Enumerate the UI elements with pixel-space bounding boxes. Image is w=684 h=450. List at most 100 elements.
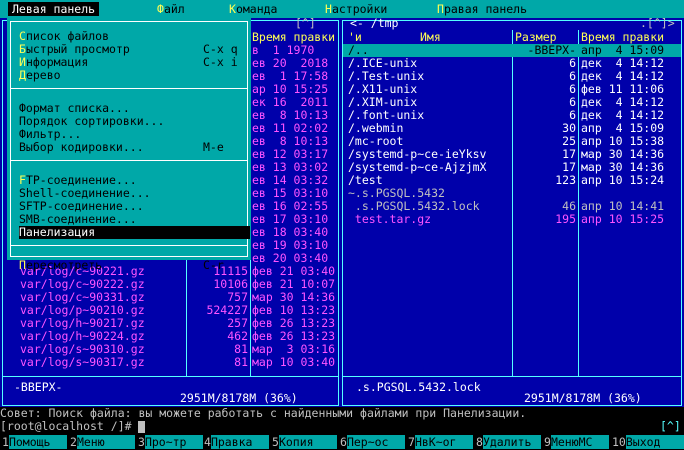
left-row-date: ар 10 15:25	[252, 83, 329, 96]
fkey-2[interactable]: 2Меню	[70, 435, 135, 449]
right-file-name[interactable]: test.tar.gz	[348, 213, 510, 226]
right-file-size: 195	[555, 213, 576, 226]
left-row-date: ев 8 10:13	[252, 135, 329, 148]
left-row-date: ев 19 03:10	[252, 239, 329, 252]
fkey-label: Помощь	[8, 435, 67, 449]
fkey-7[interactable]: 7НвК~ог	[408, 435, 473, 449]
right-file-date: дек 4 14:12	[581, 70, 665, 83]
fkey-number: 6	[340, 435, 347, 449]
fkey-8[interactable]: 8Удалить	[476, 435, 541, 449]
left-row-date: ев 20 03:40	[252, 252, 329, 265]
menu-item-hotkey: С	[19, 29, 26, 43]
left-file-name[interactable]: var/log/s~90310.gz	[20, 343, 185, 356]
left-row-date: ев 11 02:02	[252, 122, 329, 135]
menu-command[interactable]: Команда	[229, 2, 277, 16]
menu-item[interactable]: Выбор кодировки...	[19, 141, 144, 154]
fkey-5[interactable]: 5Копия	[272, 435, 337, 449]
fkey-label: Выход	[625, 435, 684, 449]
right-file-name[interactable]: /mc-root	[348, 135, 510, 148]
left-row-date: ек 16 2011	[252, 96, 329, 109]
fkey-label: Про~тр	[144, 435, 203, 449]
right-panel-path[interactable]: <- /tmp	[350, 17, 398, 30]
menu-item[interactable]: Панелизация	[19, 226, 95, 239]
left-row-date: ев 15 03:10	[252, 187, 329, 200]
fkey-6[interactable]: 6Пер~ос	[340, 435, 405, 449]
command-line[interactable]: [root@localhost /]# [^]	[0, 420, 684, 433]
right-file-name[interactable]: /.XIM-unix	[348, 96, 510, 109]
menu-item-label: Порядок сортировки...	[19, 114, 165, 128]
fkey-label: НвК~ог	[414, 435, 473, 449]
right-file-name[interactable]: /.X11-unix	[348, 83, 510, 96]
left-file-name[interactable]: var/log/s~90317.gz	[20, 356, 185, 369]
right-file-date: апр 10 15:25	[581, 213, 665, 226]
left-free-space: 2951M/8178M (36%)	[180, 392, 298, 405]
right-panel-marker[interactable]: .[^]>	[640, 17, 675, 30]
right-file-name[interactable]: .s.PGSQL.5432.lock	[348, 200, 510, 213]
menu-item-label: SMB-соединение...	[19, 212, 137, 226]
right-file-name[interactable]: /.Test-unix	[348, 70, 510, 83]
fkey-1[interactable]: 1Помощь	[2, 435, 67, 449]
fkey-number: 5	[272, 435, 279, 449]
fkey-10[interactable]: 10Выход	[612, 435, 684, 449]
menu-item-label: ыстрый просмотр	[25, 42, 130, 56]
menu-bar: Левая панель Файл Команда Настройки Прав…	[0, 0, 684, 18]
fkey-number: 4	[204, 435, 211, 449]
left-file-date: мар 30 14:36	[252, 291, 336, 304]
left-file-size: 257	[227, 317, 248, 330]
left-file-name[interactable]: var/log/c~90222.gz	[20, 278, 185, 291]
menu-right-panel[interactable]: Правая панель	[437, 2, 527, 16]
menu-item-label: писок файлов	[25, 29, 110, 43]
right-header-sort[interactable]: 'и	[348, 31, 362, 44]
right-status: .s.PGSQL.5432.lock	[356, 381, 481, 394]
left-file-name[interactable]: var/log/c~90331.gz	[20, 291, 185, 304]
fkey-3[interactable]: 3Про~тр	[138, 435, 203, 449]
menu-file[interactable]: Файл	[157, 2, 185, 16]
menu-settings[interactable]: Настройки	[325, 2, 387, 16]
fkey-label: МенюМС	[550, 435, 609, 449]
left-row-date: ев 12 03:17	[252, 148, 329, 161]
right-file-name[interactable]: /.ICE-unix	[348, 57, 510, 70]
right-file-name[interactable]: /..	[348, 44, 510, 57]
right-file-date: апр 4 15:09	[581, 44, 665, 57]
right-file-size: 17	[562, 148, 576, 161]
fkey-number: 8	[476, 435, 483, 449]
left-file-date: фев 26 13:23	[252, 330, 336, 343]
fkey-4[interactable]: 4Правка	[204, 435, 269, 449]
left-row-date: ев 16 02:55	[252, 200, 329, 213]
left-file-date: фев 26 13:23	[252, 317, 336, 330]
right-header-size[interactable]: Размер	[515, 31, 557, 44]
right-file-name[interactable]: /test	[348, 174, 510, 187]
right-file-date: фев 11 11:06	[581, 83, 665, 96]
right-file-size: 6	[569, 96, 576, 109]
fkey-number: 9	[544, 435, 551, 449]
right-file-size: 25	[562, 135, 576, 148]
menu-item[interactable]: Дерево	[19, 69, 61, 82]
menu-left-panel[interactable]: Левая панель	[8, 2, 100, 16]
left-file-name[interactable]: var/log/h~90217.gz	[20, 317, 185, 330]
cursor	[138, 420, 146, 433]
right-file-date: дек 4 14:12	[581, 109, 665, 122]
left-header-time[interactable]: Время правки	[252, 31, 335, 44]
prompt-marker[interactable]: [^]	[660, 420, 681, 433]
left-file-name[interactable]: var/log/p~90210.gz	[20, 304, 185, 317]
fkey-9[interactable]: 9МенюМС	[544, 435, 609, 449]
right-file-name[interactable]: /systemd-p~ce-ieYksv	[348, 148, 510, 161]
right-header-time[interactable]: Время правки	[581, 31, 664, 44]
right-file-size: 6	[569, 70, 576, 83]
left-panel-marker[interactable]: [^]	[295, 17, 316, 30]
right-header-name[interactable]: Имя	[420, 31, 441, 44]
function-keys-bar: 1Помощь 2Меню 3Про~тр 4Правка 5Копия 6Пер~ос 7…	[0, 433, 684, 450]
left-row-date: ев 20 2018	[252, 57, 329, 70]
right-file-size: 123	[555, 174, 576, 187]
right-file-date: дек 4 14:12	[581, 57, 665, 70]
left-row-date: ев 1 17:58	[252, 70, 329, 83]
right-file-size: 30	[562, 122, 576, 135]
right-file-name[interactable]: /.webmin	[348, 122, 510, 135]
menu-item-shortcut: M-e	[203, 140, 224, 154]
right-file-name[interactable]: /.font-unix	[348, 109, 510, 122]
left-file-name[interactable]: var/log/h~90224.gz	[20, 330, 185, 343]
right-file-name[interactable]: ~.s.PGSQL.5432	[348, 187, 510, 200]
right-file-name[interactable]: /systemd-p~ce-AjzjmX	[348, 161, 510, 174]
menu-item[interactable]: Пересмотреть	[19, 259, 102, 272]
fkey-number: 7	[408, 435, 415, 449]
